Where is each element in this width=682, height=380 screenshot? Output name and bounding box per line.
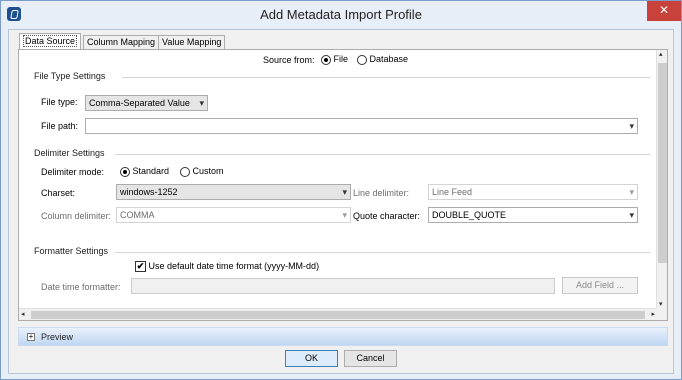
line-delimiter-select[interactable]: Line Feed ▾ [428,184,638,200]
source-database-radio[interactable]: Database [357,54,408,65]
radio-selected-icon [120,166,130,177]
source-file-radio[interactable]: File [321,54,348,65]
chevron-down-icon: ▾ [629,187,634,197]
date-time-formatter-input[interactable] [131,278,555,294]
file-type-label: File type: [41,97,78,107]
group-divider [115,154,650,155]
source-database-label: Database [369,54,409,64]
tab-label: Data Source [23,35,78,47]
column-delimiter-value: COMMA [120,210,155,220]
formatter-settings-title: Formatter Settings [34,246,109,256]
column-delimiter-select[interactable]: COMMA ▾ [116,207,351,223]
tab-column-mapping[interactable]: Column Mapping [83,35,160,50]
chevron-down-icon: ▾ [629,121,634,131]
tab-value-mapping[interactable]: Value Mapping [158,35,226,50]
scroll-up-icon[interactable]: ▴ [659,50,663,58]
data-source-panel: Source from: File Database File Type Set… [18,49,668,321]
file-type-value: Comma-Separated Value [89,98,190,108]
vertical-scrollbar[interactable]: ▴ ▾ [656,50,667,308]
scroll-thumb[interactable] [31,311,645,319]
use-default-format-checkbox[interactable]: ✔ Use default date time format (yyyy-MM-… [135,261,320,273]
radio-unselected-icon [357,54,367,65]
expand-icon[interactable]: + [27,333,35,341]
delimiter-standard-radio[interactable]: Standard [120,166,169,177]
file-type-settings-title: File Type Settings [34,71,106,81]
dialog-window: Add Metadata Import Profile ✕ Data Sourc… [0,0,682,380]
settings-scroll-area: Source from: File Database File Type Set… [19,50,657,308]
column-delimiter-label: Column delimiter: [41,211,112,221]
charset-select[interactable]: windows-1252 ▾ [116,184,351,200]
file-type-select[interactable]: Comma-Separated Value ▾ [85,95,208,111]
date-time-formatter-label: Date time formatter: [41,282,121,292]
quote-character-value: DOUBLE_QUOTE [432,210,507,220]
close-button[interactable]: ✕ [647,1,681,21]
delimiter-settings-title: Delimiter Settings [34,148,105,158]
radio-selected-icon [321,54,331,65]
ok-button[interactable]: OK [285,350,338,367]
file-path-label: File path: [41,121,79,131]
scrollbar-corner [656,308,667,320]
scroll-down-icon[interactable]: ▾ [659,300,663,308]
tab-data-source[interactable]: Data Source [19,33,82,50]
preview-section-header[interactable]: + Preview [18,327,668,346]
quote-character-select[interactable]: DOUBLE_QUOTE ▾ [428,207,638,223]
delimiter-custom-radio[interactable]: Custom [180,166,224,177]
chevron-down-icon: ▾ [342,210,347,220]
cancel-button[interactable]: Cancel [344,350,397,367]
scroll-thumb[interactable] [658,63,667,263]
line-delimiter-value: Line Feed [432,187,473,197]
chevron-down-icon: ▾ [629,210,634,220]
use-default-format-label: Use default date time format (yyyy-MM-dd… [148,261,320,271]
add-field-button[interactable]: Add Field ... [562,277,638,294]
radio-unselected-icon [180,166,190,177]
scroll-right-icon[interactable]: ▸ [651,310,655,318]
group-divider [122,77,650,78]
preview-label: Preview [41,332,74,342]
chevron-down-icon: ▾ [199,98,204,108]
quote-character-label: Quote character: [353,211,421,221]
window-title: Add Metadata Import Profile [260,7,422,22]
delimiter-custom-label: Custom [192,166,224,176]
delimiter-mode-label: Delimiter mode: [41,167,105,177]
line-delimiter-label: Line delimiter: [353,188,410,198]
horizontal-scrollbar[interactable]: ◂ ▸ [19,308,658,320]
checkmark-icon: ✔ [135,261,146,273]
dialog-client: Data Source Column Mapping Value Mapping… [8,29,674,374]
charset-label: Charset: [41,188,76,198]
charset-value: windows-1252 [120,187,178,197]
file-path-combo[interactable]: ▾ [85,118,638,134]
scroll-left-icon[interactable]: ◂ [21,310,25,318]
title-bar: Add Metadata Import Profile ✕ [1,1,681,29]
group-divider [115,252,650,253]
source-file-label: File [333,54,349,64]
source-from-label: Source from: [263,55,315,65]
delimiter-standard-label: Standard [132,166,170,176]
chevron-down-icon: ▾ [342,187,347,197]
